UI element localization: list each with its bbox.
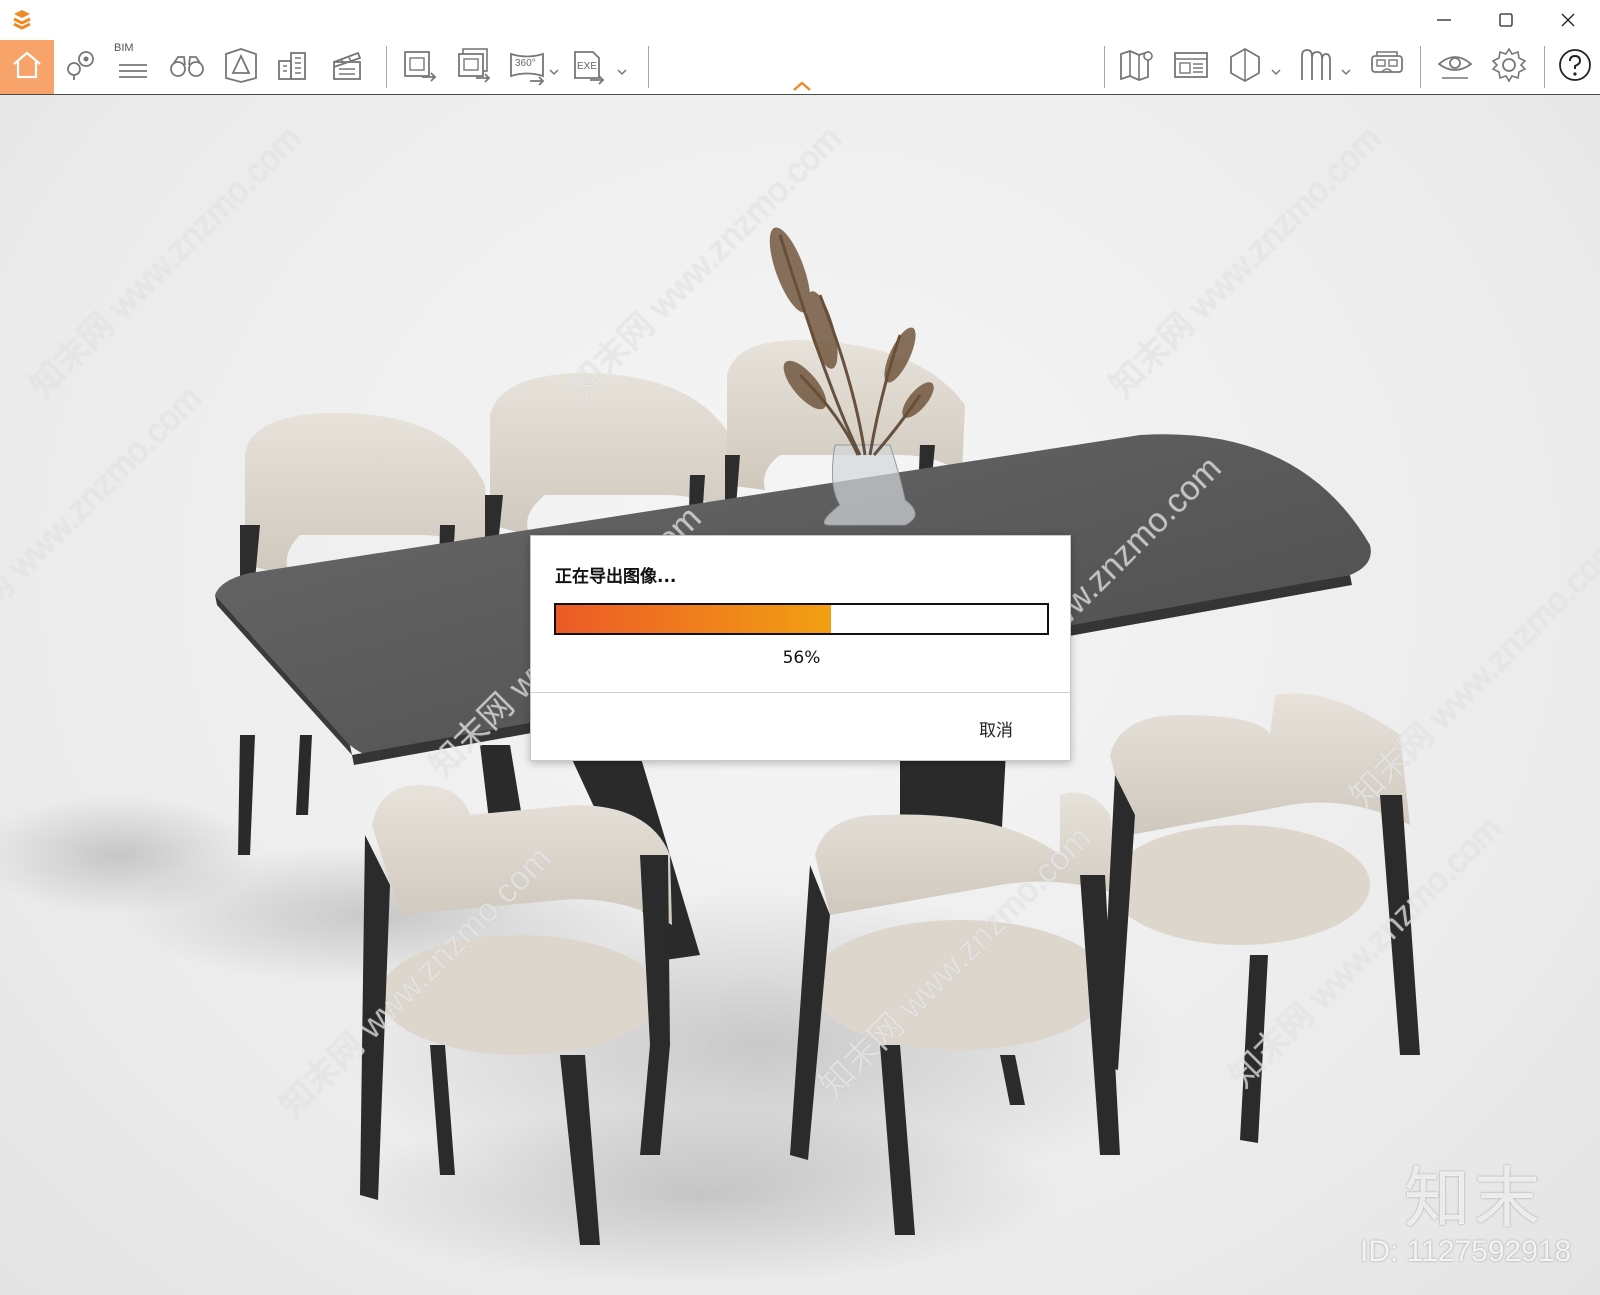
- settings-icon: [1490, 46, 1528, 88]
- location-pin-icon: [63, 47, 99, 87]
- export-exe-button[interactable]: EXE: [566, 44, 612, 90]
- section-box-icon: [1226, 46, 1264, 88]
- export-exe-dropdown[interactable]: [616, 62, 628, 76]
- chevron-down-icon: [1340, 62, 1352, 81]
- maximize-button[interactable]: [1476, 0, 1536, 40]
- visibility-icon: [1436, 46, 1474, 88]
- cancel-button[interactable]: 取消: [979, 716, 1013, 741]
- section-box-dropdown[interactable]: [1270, 62, 1282, 76]
- label-360: 360°: [515, 58, 536, 69]
- location-button[interactable]: [58, 44, 104, 90]
- section-box-button[interactable]: [1222, 44, 1268, 90]
- buildings-button[interactable]: [270, 44, 316, 90]
- vr-button[interactable]: [1364, 44, 1410, 90]
- map-button[interactable]: [1114, 44, 1160, 90]
- camera-view-button[interactable]: [218, 44, 264, 90]
- label-exe: EXE: [577, 61, 598, 72]
- chevron-up-icon: [792, 77, 812, 96]
- vr-headset-icon: [1368, 46, 1406, 88]
- bim-label: BIM: [114, 42, 134, 54]
- help-button[interactable]: [1552, 44, 1598, 90]
- export-image-icon: [400, 46, 438, 88]
- progress-bar: [554, 603, 1049, 635]
- chevron-down-icon: [548, 62, 560, 81]
- export-360-icon: 360°: [508, 48, 546, 86]
- progress-percent: 56%: [782, 648, 821, 668]
- toolbar-separator: [1420, 46, 1421, 88]
- toolbar-separator: [386, 46, 387, 88]
- panel-icon: [1172, 46, 1210, 88]
- title-bar: [0, 0, 1600, 40]
- brand-id-watermark: ID: 1127592918: [1360, 1235, 1572, 1268]
- batch-export-button[interactable]: [450, 44, 496, 90]
- minimize-button[interactable]: [1414, 0, 1474, 40]
- toolbar-separator: [648, 46, 649, 88]
- camera-view-icon: [222, 46, 260, 88]
- map-icon: [1118, 46, 1156, 88]
- main-toolbar: BIM 360° EXE: [0, 40, 1600, 95]
- material-icon: [1296, 46, 1334, 88]
- toolbar-separator: [1104, 46, 1105, 88]
- export-image-batch-icon: [454, 46, 492, 88]
- toolbar-collapse-toggle[interactable]: [792, 77, 812, 91]
- animation-button[interactable]: [324, 44, 370, 90]
- export-360-dropdown[interactable]: [548, 62, 560, 76]
- close-button[interactable]: [1538, 0, 1598, 40]
- binoculars-icon: [168, 47, 206, 87]
- bim-button[interactable]: BIM: [110, 42, 156, 90]
- settings-button[interactable]: [1486, 44, 1532, 90]
- dialog-divider: [531, 692, 1072, 693]
- buildings-icon: [275, 47, 311, 87]
- material-button[interactable]: [1292, 44, 1338, 90]
- brand-watermark: 知末: [1404, 1160, 1544, 1237]
- toolbar-separator: [1544, 46, 1545, 88]
- export-360-button[interactable]: 360°: [504, 44, 550, 90]
- export-image-button[interactable]: [396, 44, 442, 90]
- home-button[interactable]: [0, 40, 54, 94]
- export-exe-icon: EXE: [570, 48, 608, 86]
- export-progress-dialog: 正在导出图像... 56% 取消: [530, 535, 1072, 761]
- home-icon: [10, 48, 44, 86]
- help-icon: [1557, 47, 1593, 87]
- progress-bar-fill: [556, 605, 831, 633]
- chevron-down-icon: [1270, 62, 1282, 81]
- material-dropdown[interactable]: [1340, 62, 1352, 76]
- chevron-down-icon: [616, 62, 628, 81]
- clapperboard-icon: [329, 47, 365, 87]
- app-logo-icon: [10, 8, 34, 32]
- dialog-title: 正在导出图像...: [555, 567, 677, 587]
- visibility-button[interactable]: [1432, 44, 1478, 90]
- walkthrough-button[interactable]: [164, 44, 210, 90]
- panel-button[interactable]: [1168, 44, 1214, 90]
